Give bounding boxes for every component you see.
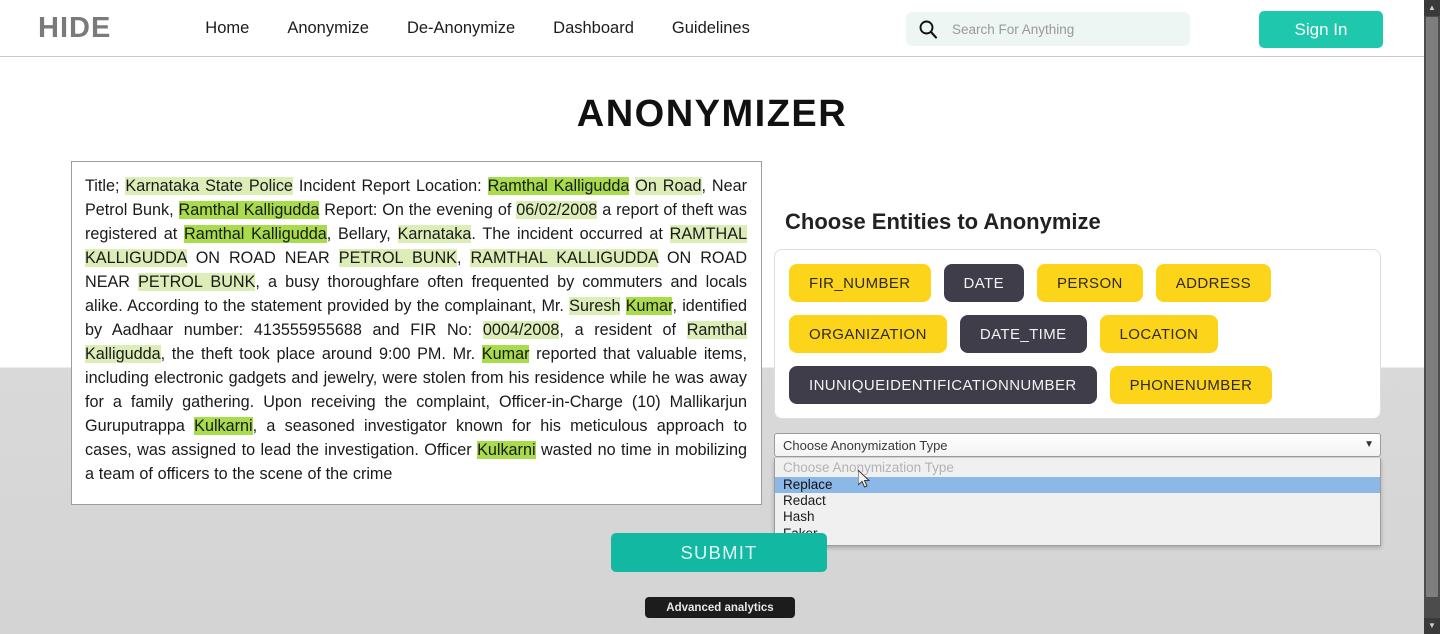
report-column: Title; Karnataka State Police Incident R… (0, 161, 762, 506)
entity-tag-person[interactable]: PERSON (1037, 264, 1143, 303)
scroll-down-arrow-icon[interactable]: ▼ (1424, 618, 1440, 634)
nav-anonymize[interactable]: Anonymize (287, 19, 369, 38)
nav-dashboard[interactable]: Dashboard (553, 19, 634, 38)
entity-highlight: PETROL BUNK (338, 249, 457, 268)
advanced-analytics-button[interactable]: Advanced analytics (645, 597, 795, 618)
mouse-cursor-icon (858, 470, 871, 488)
entity-highlight: Ramthal Kalligudda (487, 177, 630, 196)
entity-row: ORGANIZATION DATE_TIME LOCATION (789, 315, 1370, 354)
entity-highlight: 06/02/2008 (516, 201, 598, 220)
entity-tag-phonenumber[interactable]: PHONENUMBER (1109, 366, 1273, 405)
nav-home[interactable]: Home (205, 19, 249, 38)
search-icon (919, 20, 938, 39)
entity-highlight: Ramthal Kalligudda (184, 225, 327, 244)
entity-tag-inuniqueidentificationnumber[interactable]: INUNIQUEIDENTIFICATIONNUMBER (789, 366, 1097, 405)
entity-tag-date-time[interactable]: DATE_TIME (959, 315, 1087, 354)
search-box[interactable] (906, 12, 1190, 46)
report-highlighted-text: Title; Karnataka State Police Incident R… (85, 177, 748, 484)
entity-row: FIR_NUMBER DATE PERSON ADDRESS (789, 264, 1370, 303)
entity-highlight: Kumar (481, 345, 530, 364)
entity-highlight: Karnataka (397, 225, 472, 244)
anonymization-type-select[interactable]: Choose Anonymization Type ▼ Choose Anony… (774, 433, 1381, 546)
entity-highlight: Suresh (569, 297, 621, 316)
entity-tag-organization[interactable]: ORGANIZATION (789, 315, 947, 354)
select-option-redact[interactable]: Redact (775, 493, 1380, 509)
select-value: Choose Anonymization Type (783, 437, 948, 453)
entity-tag-date[interactable]: DATE (943, 264, 1025, 303)
submit-button[interactable]: SUBMIT (611, 533, 827, 572)
entity-highlight: 0004/2008 (482, 321, 560, 340)
report-textarea[interactable]: Title; Karnataka State Police Incident R… (71, 161, 762, 506)
entity-tag-fir-number[interactable]: FIR_NUMBER (789, 264, 931, 303)
entity-tag-location[interactable]: LOCATION (1099, 315, 1219, 354)
select-option-faker[interactable]: Faker (775, 526, 1380, 542)
entity-highlight: Kumar (625, 297, 673, 316)
page-title: ANONYMIZER (576, 93, 848, 135)
browser-scrollbar[interactable]: ▲ ▼ (1424, 0, 1440, 634)
entity-highlight: Ramthal Kalligudda (178, 201, 320, 220)
scrollbar-thumb[interactable] (1426, 17, 1438, 597)
main-content: Title; Karnataka State Police Incident R… (0, 161, 1424, 546)
entity-highlight: Karnataka State Police (125, 177, 293, 196)
entities-heading: Choose Entities to Anonymize (785, 209, 1101, 235)
entity-row: INUNIQUEIDENTIFICATIONNUMBER PHONENUMBER (789, 366, 1370, 405)
nav-de-anonymize[interactable]: De-Anonymize (407, 19, 515, 38)
entity-highlight: Ramthal Kalligudda (85, 321, 747, 364)
select-display[interactable]: Choose Anonymization Type ▼ (774, 433, 1381, 458)
main-navigation: Home Anonymize De-Anonymize Dashboard Gu… (205, 19, 750, 38)
browser-viewport: HIDE Home Anonymize De-Anonymize Dashboa… (0, 0, 1424, 634)
entities-column: Choose Entities to Anonymize FIR_NUMBER … (762, 161, 1402, 546)
chevron-down-icon: ▼ (1364, 439, 1374, 451)
site-header: HIDE Home Anonymize De-Anonymize Dashboa… (0, 0, 1424, 57)
select-option-hash[interactable]: Hash (775, 509, 1380, 525)
scroll-up-arrow-icon[interactable]: ▲ (1424, 0, 1440, 16)
entities-panel: FIR_NUMBER DATE PERSON ADDRESS ORGANIZAT… (774, 249, 1381, 420)
search-input[interactable] (950, 20, 1178, 38)
site-logo[interactable]: HIDE (38, 12, 111, 45)
entity-highlight: On Road (635, 177, 702, 196)
entity-tag-address[interactable]: ADDRESS (1155, 264, 1272, 303)
entity-highlight: RAMTHAL KALLIGUDDA (470, 249, 658, 268)
sign-in-button[interactable]: Sign In (1259, 11, 1383, 48)
entity-highlight: Kulkarni (477, 441, 536, 460)
entity-highlight: PETROL BUNK (138, 273, 256, 292)
entity-highlight: Kulkarni (194, 417, 253, 436)
nav-guidelines[interactable]: Guidelines (672, 19, 750, 38)
